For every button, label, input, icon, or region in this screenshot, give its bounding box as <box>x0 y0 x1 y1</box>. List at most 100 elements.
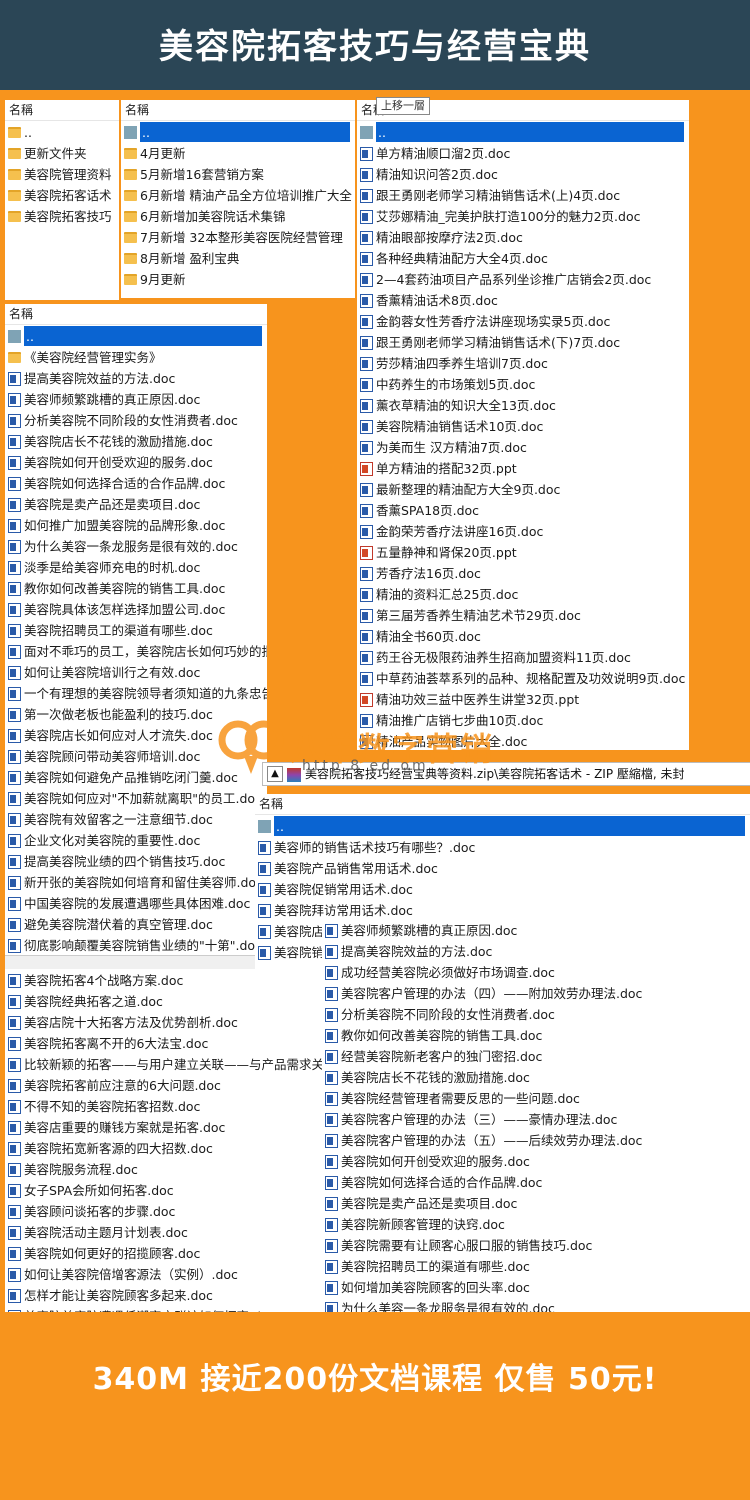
file-row[interactable]: 分析美容院不同阶段的女性消费者.doc <box>5 409 267 430</box>
file-row[interactable]: 单方精油顺口溜2页.doc <box>357 142 689 163</box>
file-row[interactable]: 金韵荣芳香疗法讲座16页.doc <box>357 520 689 541</box>
file-row[interactable]: 金韵蓉女性芳香疗法讲座现场实录5页.doc <box>357 310 689 331</box>
file-row[interactable]: 一个有理想的美容院领导者须知道的九条忠告 <box>5 682 267 703</box>
zip-path-bar[interactable]: ▲ 美容院拓客技巧经营宝典等资料.zip\美容院拓客话术 - ZIP 壓縮檔, … <box>262 762 750 786</box>
file-row[interactable]: 中药养生的市场策划5页.doc <box>357 373 689 394</box>
file-row[interactable]: 彻底影响颠覆美容院销售业绩的"十第".doc <box>5 934 267 955</box>
file-row[interactable]: 美容院客户管理的办法（三）——豪情办理法.doc <box>322 1108 750 1129</box>
file-row[interactable]: 精油知识问答2页.doc <box>357 163 689 184</box>
file-row[interactable]: 跟王勇刚老师学习精油销售话术(下)7页.doc <box>357 331 689 352</box>
file-row[interactable]: 美容院如何选择合适的合作品牌.doc <box>5 472 267 493</box>
folder-row[interactable]: .. <box>5 325 267 346</box>
file-row[interactable]: 美容院促销常用话术.doc <box>255 878 750 899</box>
file-row[interactable]: 为什么美容一条龙服务是很有效的.doc <box>322 1297 750 1312</box>
file-row[interactable]: 最新整理的精油配方大全9页.doc <box>357 478 689 499</box>
file-row[interactable]: 教你如何改善美容院的销售工具.doc <box>322 1024 750 1045</box>
file-row[interactable]: 分析美容院不同阶段的女性消费者.doc <box>322 1003 750 1024</box>
file-row[interactable]: 各种经典精油配方大全4页.doc <box>357 247 689 268</box>
file-row[interactable]: 如何让美容院培训行之有效.doc <box>5 661 267 682</box>
folder-row[interactable]: 更新文件夹 <box>5 142 119 163</box>
file-row[interactable]: 单方精油的搭配32页.ppt <box>357 457 689 478</box>
file-row[interactable]: 美容院如何更好的招揽顾客.doc <box>5 1242 325 1263</box>
file-row[interactable]: 艾莎娜精油_完美护肤打造100分的魅力2页.doc <box>357 205 689 226</box>
folder-row[interactable]: .. <box>5 121 119 142</box>
file-row[interactable]: 美容院拓宽新客源的四大招数.doc <box>5 1137 325 1158</box>
file-row[interactable]: 美容院客户管理的办法（四）——附加效劳办理法.doc <box>322 982 750 1003</box>
file-row[interactable]: 美容院拓客离不开的6大法宝.doc <box>5 1032 325 1053</box>
up-arrow-icon[interactable]: ▲ <box>267 766 283 782</box>
file-row[interactable]: 香薰SPA18页.doc <box>357 499 689 520</box>
file-row[interactable]: 美容院美容院遭遇低潮客户群该如何拓客.doc <box>5 1305 325 1312</box>
file-row[interactable]: 美容师的销售话术技巧有哪些？.doc <box>255 836 750 857</box>
file-row[interactable]: 五量静神和肾保20页.ppt <box>357 541 689 562</box>
folder-row[interactable]: .. <box>255 815 750 836</box>
file-row[interactable]: 香薰精油话术8页.doc <box>357 289 689 310</box>
folder-row[interactable]: 美容院管理资料 <box>5 163 119 184</box>
file-row[interactable]: 精油推广店销七步曲10页.doc <box>357 709 689 730</box>
folder-row[interactable]: 6月新增加美容院话术集锦 <box>121 205 355 226</box>
file-row[interactable]: 美容院经典拓客之道.doc <box>5 990 325 1011</box>
file-row[interactable]: 美容院如何应对"不加薪就离职"的员工.doc <box>5 787 267 808</box>
file-row[interactable]: 精油产品实物图片大全.doc <box>357 730 689 750</box>
file-row[interactable]: 美容院招聘员工的渠道有哪些.doc <box>5 619 267 640</box>
file-row[interactable]: 美容院如何避免产品推销吃闭门羹.doc <box>5 766 267 787</box>
folder-row[interactable]: .. <box>357 121 689 142</box>
file-row[interactable]: 如何增加美容院顾客的回头率.doc <box>322 1276 750 1297</box>
file-row[interactable]: 美容院精油销售话术10页.doc <box>357 415 689 436</box>
file-row[interactable]: 企业文化对美容院的重要性.doc <box>5 829 267 850</box>
file-row[interactable]: 第一次做老板也能盈利的技巧.doc <box>5 703 267 724</box>
file-row[interactable]: 精油的资料汇总25页.doc <box>357 583 689 604</box>
file-row[interactable]: 2—4套药油项目产品系列坐诊推广店销会2页.doc <box>357 268 689 289</box>
column-header[interactable]: 名稱 <box>5 304 267 325</box>
folder-row[interactable]: 8月新增 盈利宝典 <box>121 247 355 268</box>
file-row[interactable]: 提高美容院业绩的四个销售技巧.doc <box>5 850 267 871</box>
file-row[interactable]: 美容院拓客4个战略方案.doc <box>5 969 325 990</box>
file-row[interactable]: 美容院拜访常用话术.doc <box>255 899 750 920</box>
folder-row[interactable]: 7月新增 32本整形美容医院经营管理 <box>121 226 355 247</box>
file-row[interactable]: 美容院活动主题月计划表.doc <box>5 1221 325 1242</box>
column-header[interactable]: 名稱 <box>121 100 355 121</box>
column-header[interactable]: 名稱 <box>255 794 750 815</box>
file-row[interactable]: 美容师频繁跳槽的真正原因.doc <box>322 919 750 940</box>
file-row[interactable]: 美容院店长如何应对人才流失.doc <box>5 724 267 745</box>
file-row[interactable]: 美容院招聘员工的渠道有哪些.doc <box>322 1255 750 1276</box>
file-row[interactable]: 提高美容院效益的方法.doc <box>322 940 750 961</box>
file-row[interactable]: 为美而生 汉方精油7页.doc <box>357 436 689 457</box>
file-row[interactable]: 美容顾问谈拓客的步骤.doc <box>5 1200 325 1221</box>
file-row[interactable]: 如何让美容院倍增客源法（实例）.doc <box>5 1263 325 1284</box>
file-row[interactable]: 为什么美容一条龙服务是很有效的.doc <box>5 535 267 556</box>
file-row[interactable]: 教你如何改善美容院的销售工具.doc <box>5 577 267 598</box>
horizontal-scrollbar[interactable] <box>5 955 267 970</box>
file-row[interactable]: 美容院顾问带动美容师培训.doc <box>5 745 267 766</box>
file-row[interactable]: 薰衣草精油的知识大全13页.doc <box>357 394 689 415</box>
file-row[interactable]: 美容院具体该怎样选择加盟公司.doc <box>5 598 267 619</box>
file-row[interactable]: 美容院拓客前应注意的6大问题.doc <box>5 1074 325 1095</box>
file-row[interactable]: 第三届芳香养生精油艺术节29页.doc <box>357 604 689 625</box>
folder-row[interactable]: .. <box>121 121 355 142</box>
file-row[interactable]: 淡季是给美容师充电的时机.doc <box>5 556 267 577</box>
file-row[interactable]: 面对不乖巧的员工，美容院店长如何巧妙的批 <box>5 640 267 661</box>
file-row[interactable]: 药王谷无极限药油养生招商加盟资料11页.doc <box>357 646 689 667</box>
file-row[interactable]: 美容院经营管理者需要反思的一些问题.doc <box>322 1087 750 1108</box>
file-row[interactable]: 美容店院十大拓客方法及优势剖析.doc <box>5 1011 325 1032</box>
file-row[interactable]: 避免美容院潜伏着的真空管理.doc <box>5 913 267 934</box>
folder-row[interactable]: 美容院拓客话术 <box>5 184 119 205</box>
file-row[interactable]: 如何推广加盟美容院的品牌形象.doc <box>5 514 267 535</box>
folder-row[interactable]: 4月更新 <box>121 142 355 163</box>
file-row[interactable]: 新开张的美容院如何培育和留住美容师.doc <box>5 871 267 892</box>
file-row[interactable]: 美容院服务流程.doc <box>5 1158 325 1179</box>
folder-row[interactable]: 《美容院经营管理实务》 <box>5 346 267 367</box>
file-row[interactable]: 经营美容院新老客户的独门密招.doc <box>322 1045 750 1066</box>
file-row[interactable]: 美容院如何选择合适的合作品牌.doc <box>322 1171 750 1192</box>
file-row[interactable]: 美容院是卖产品还是卖项目.doc <box>5 493 267 514</box>
file-row[interactable]: 中草药油荟萃系列的品种、规格配置及功效说明9页.doc <box>357 667 689 688</box>
file-row[interactable]: 劳莎精油四季养生培训7页.doc <box>357 352 689 373</box>
file-row[interactable]: 芳香疗法16页.doc <box>357 562 689 583</box>
file-row[interactable]: 美容师频繁跳槽的真正原因.doc <box>5 388 267 409</box>
file-row[interactable]: 美容院如何开创受欢迎的服务.doc <box>322 1150 750 1171</box>
file-row[interactable]: 提高美容院效益的方法.doc <box>5 367 267 388</box>
file-row[interactable]: 怎样才能让美容院顾客多起来.doc <box>5 1284 325 1305</box>
file-row[interactable]: 中国美容院的发展遭遇哪些具体困难.doc <box>5 892 267 913</box>
file-row[interactable]: 美容院店长不花钱的激励措施.doc <box>322 1066 750 1087</box>
file-row[interactable]: 精油功效三益中医养生讲堂32页.ppt <box>357 688 689 709</box>
